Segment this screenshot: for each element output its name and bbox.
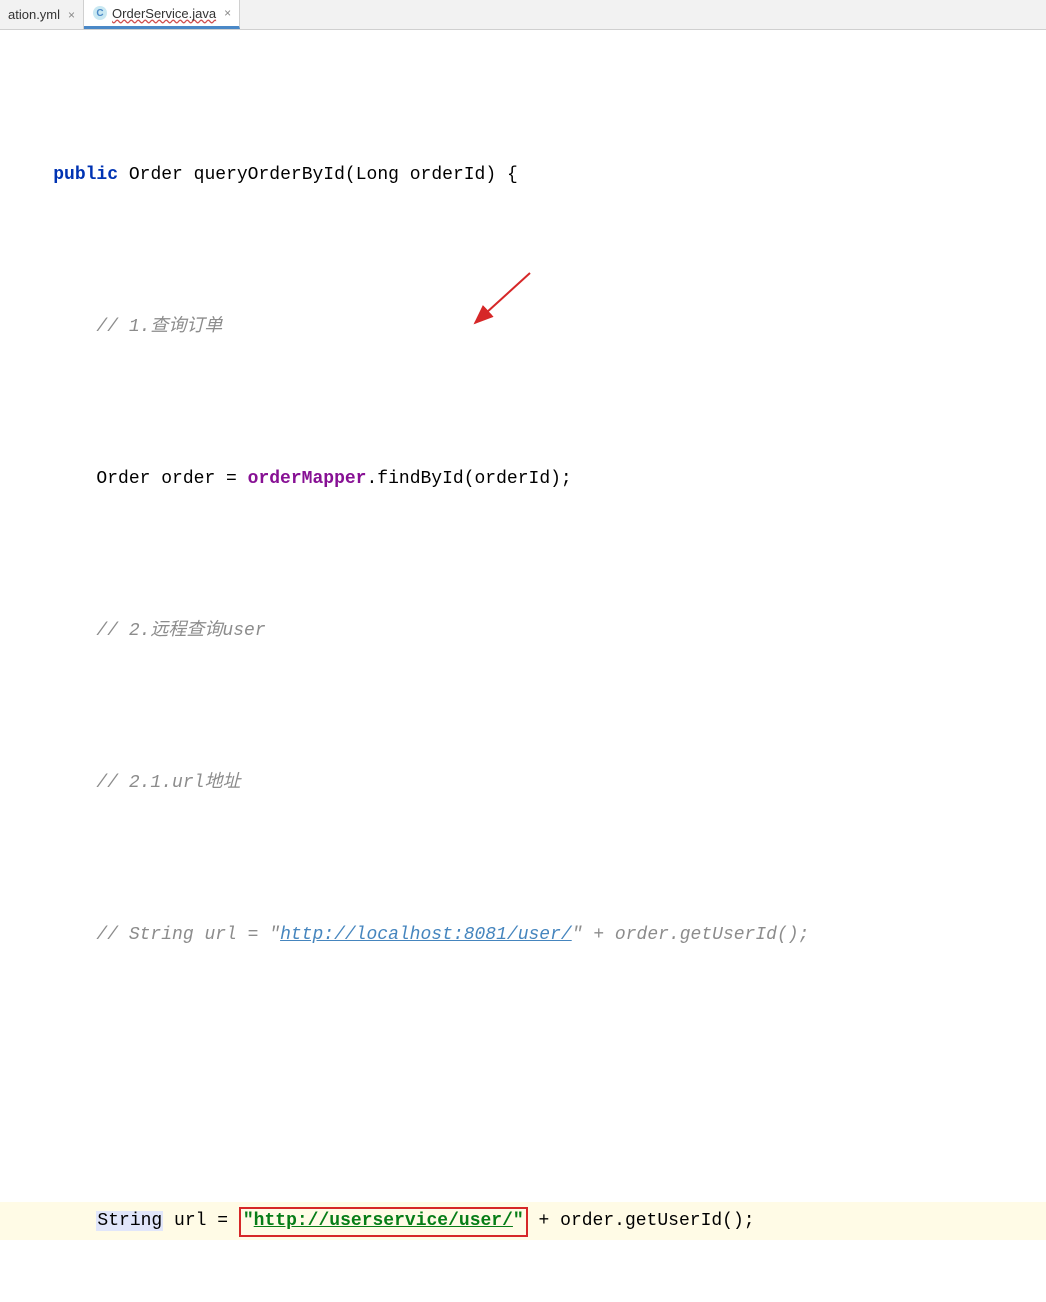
close-icon[interactable]: × [68, 8, 75, 22]
field-ref: orderMapper [248, 469, 367, 489]
url-link[interactable]: http://userservice/user/ [254, 1211, 513, 1231]
close-icon[interactable]: × [224, 6, 231, 20]
comment: // 2.远程查询user [96, 621, 265, 641]
keyword: public [53, 165, 118, 185]
blank-line [0, 1068, 1046, 1088]
code-editor[interactable]: public Order queryOrderById(Long orderId… [0, 30, 1046, 1302]
tab-file-2[interactable]: C OrderService.java × [84, 0, 240, 29]
tab-file-1[interactable]: ation.yml × [0, 0, 84, 29]
highlighted-code-line: String url = "http://userservice/user/" … [0, 1202, 1046, 1240]
code-line: // 1.查询订单 [0, 308, 1046, 346]
comment: // 1.查询订单 [96, 317, 222, 337]
comment: // String url = "http://localhost:8081/u… [96, 925, 809, 945]
tab-bar: ation.yml × C OrderService.java × [0, 0, 1046, 30]
code-line: // 2.远程查询user [0, 612, 1046, 650]
code-line: Order order = orderMapper.findById(order… [0, 460, 1046, 498]
tab-label: OrderService.java [112, 6, 216, 21]
annotation-box: "http://userservice/user/" [239, 1207, 528, 1237]
type-highlight: String [96, 1211, 163, 1231]
tab-label: ation.yml [8, 7, 60, 22]
java-class-icon: C [92, 5, 108, 21]
code-line: // 2.1.url地址 [0, 764, 1046, 802]
code-line: // String url = "http://localhost:8081/u… [0, 916, 1046, 954]
code-line: public Order queryOrderById(Long orderId… [0, 156, 1046, 194]
comment: // 2.1.url地址 [96, 773, 240, 793]
url-link[interactable]: http://localhost:8081/user/ [280, 925, 572, 945]
